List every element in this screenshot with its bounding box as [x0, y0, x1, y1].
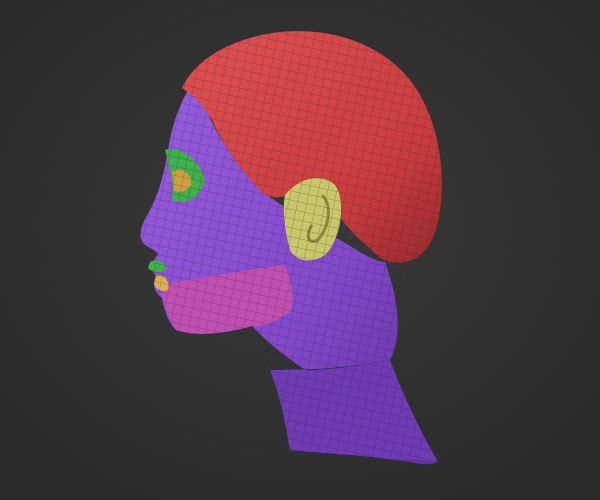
- 3d-viewport[interactable]: [0, 0, 600, 500]
